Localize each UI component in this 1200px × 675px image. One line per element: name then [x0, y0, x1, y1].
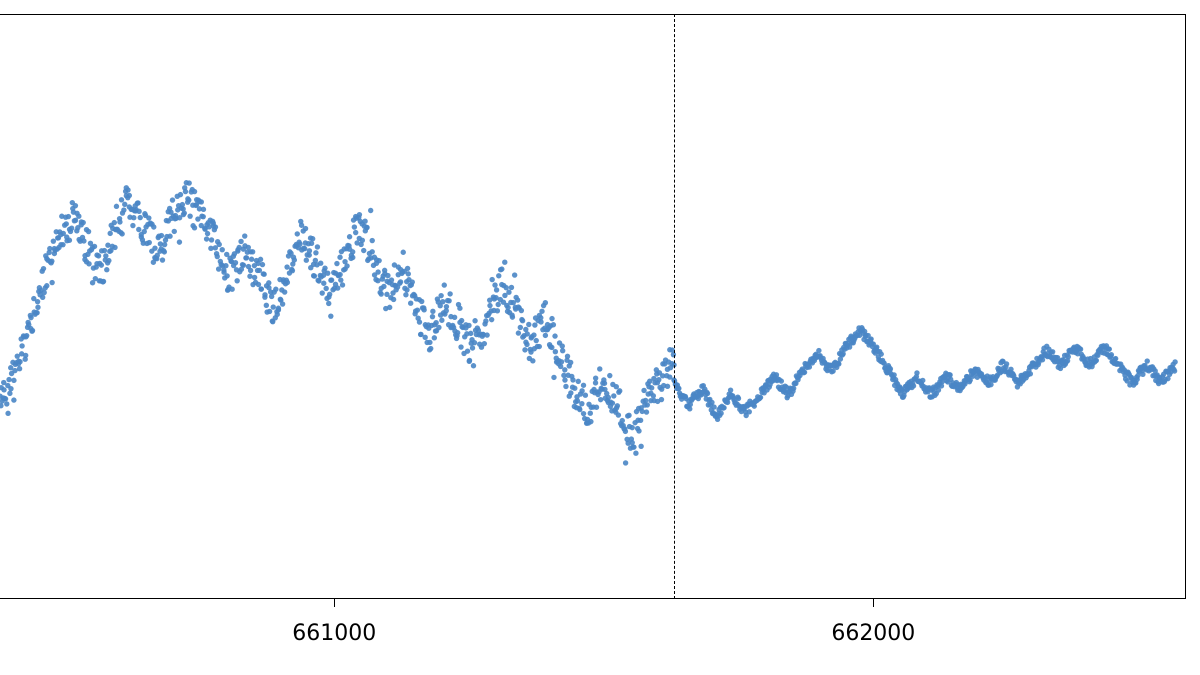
figure: 661000 662000: [0, 0, 1200, 675]
x-tick-label: 662000: [831, 621, 915, 646]
x-tick-label: 661000: [292, 621, 376, 646]
x-tick: [873, 599, 874, 607]
x-tick: [334, 599, 335, 607]
reference-vline: [674, 14, 675, 599]
scatter-plot: [0, 0, 1200, 675]
